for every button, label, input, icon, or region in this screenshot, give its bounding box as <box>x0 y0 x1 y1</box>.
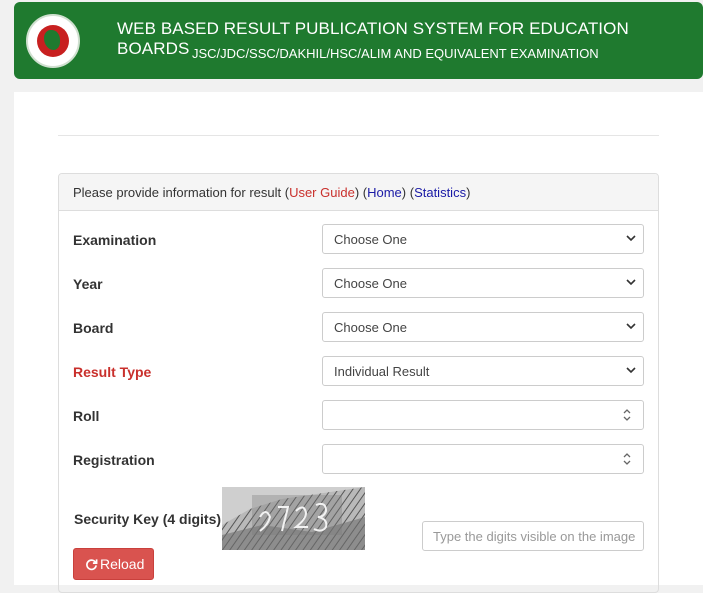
roll-input[interactable] <box>322 400 644 430</box>
board-value: Choose One <box>334 320 407 335</box>
year-row: Year Choose One <box>59 268 658 312</box>
chevron-down-icon <box>626 367 636 374</box>
reload-label: Reload <box>100 556 145 572</box>
result-type-value: Individual Result <box>334 364 430 379</box>
result-type-row: Result Type Individual Result <box>59 356 658 400</box>
board-select[interactable]: Choose One <box>322 312 644 342</box>
roll-label: Roll <box>73 408 100 424</box>
examination-value: Choose One <box>334 232 407 247</box>
examination-row: Examination Choose One <box>59 224 658 268</box>
year-value: Choose One <box>334 276 407 291</box>
board-row: Board Choose One <box>59 312 658 356</box>
reload-button[interactable]: Reload <box>73 548 154 580</box>
statistics-link[interactable]: Statistics <box>414 185 466 200</box>
panel-heading-text: Please provide information for result <box>73 185 282 200</box>
security-key-placeholder: Type the digits visible on the image <box>433 529 636 544</box>
panel-heading: Please provide information for result (U… <box>59 174 658 211</box>
user-guide-link[interactable]: User Guide <box>289 185 355 200</box>
registration-row: Registration <box>59 444 658 488</box>
security-key-input[interactable]: Type the digits visible on the image <box>422 521 644 551</box>
government-seal-icon <box>26 14 80 68</box>
year-label: Year <box>73 276 103 292</box>
roll-row: Roll <box>59 400 658 444</box>
result-type-select[interactable]: Individual Result <box>322 356 644 386</box>
result-form-panel: Please provide information for result (U… <box>58 173 659 593</box>
number-spinner-icon[interactable] <box>621 407 633 423</box>
chevron-down-icon <box>626 235 636 242</box>
examination-label: Examination <box>73 232 157 248</box>
captcha-image <box>222 487 365 550</box>
site-header: WEB BASED RESULT PUBLICATION SYSTEM FOR … <box>14 2 703 79</box>
main-content: Please provide information for result (U… <box>14 92 703 593</box>
result-type-label: Result Type <box>73 364 152 380</box>
board-label: Board <box>73 320 114 336</box>
security-key-label: Security Key (4 digits) <box>74 511 222 527</box>
year-select[interactable]: Choose One <box>322 268 644 298</box>
number-spinner-icon[interactable] <box>621 451 633 467</box>
site-subtitle: JSC/JDC/SSC/DAKHIL/HSC/ALIM AND EQUIVALE… <box>192 46 599 61</box>
divider <box>58 135 659 136</box>
examination-select[interactable]: Choose One <box>322 224 644 254</box>
registration-input[interactable] <box>322 444 644 474</box>
registration-label: Registration <box>73 452 155 468</box>
refresh-icon <box>86 559 98 571</box>
home-link[interactable]: Home <box>367 185 402 200</box>
chevron-down-icon <box>626 323 636 330</box>
chevron-down-icon <box>626 279 636 286</box>
